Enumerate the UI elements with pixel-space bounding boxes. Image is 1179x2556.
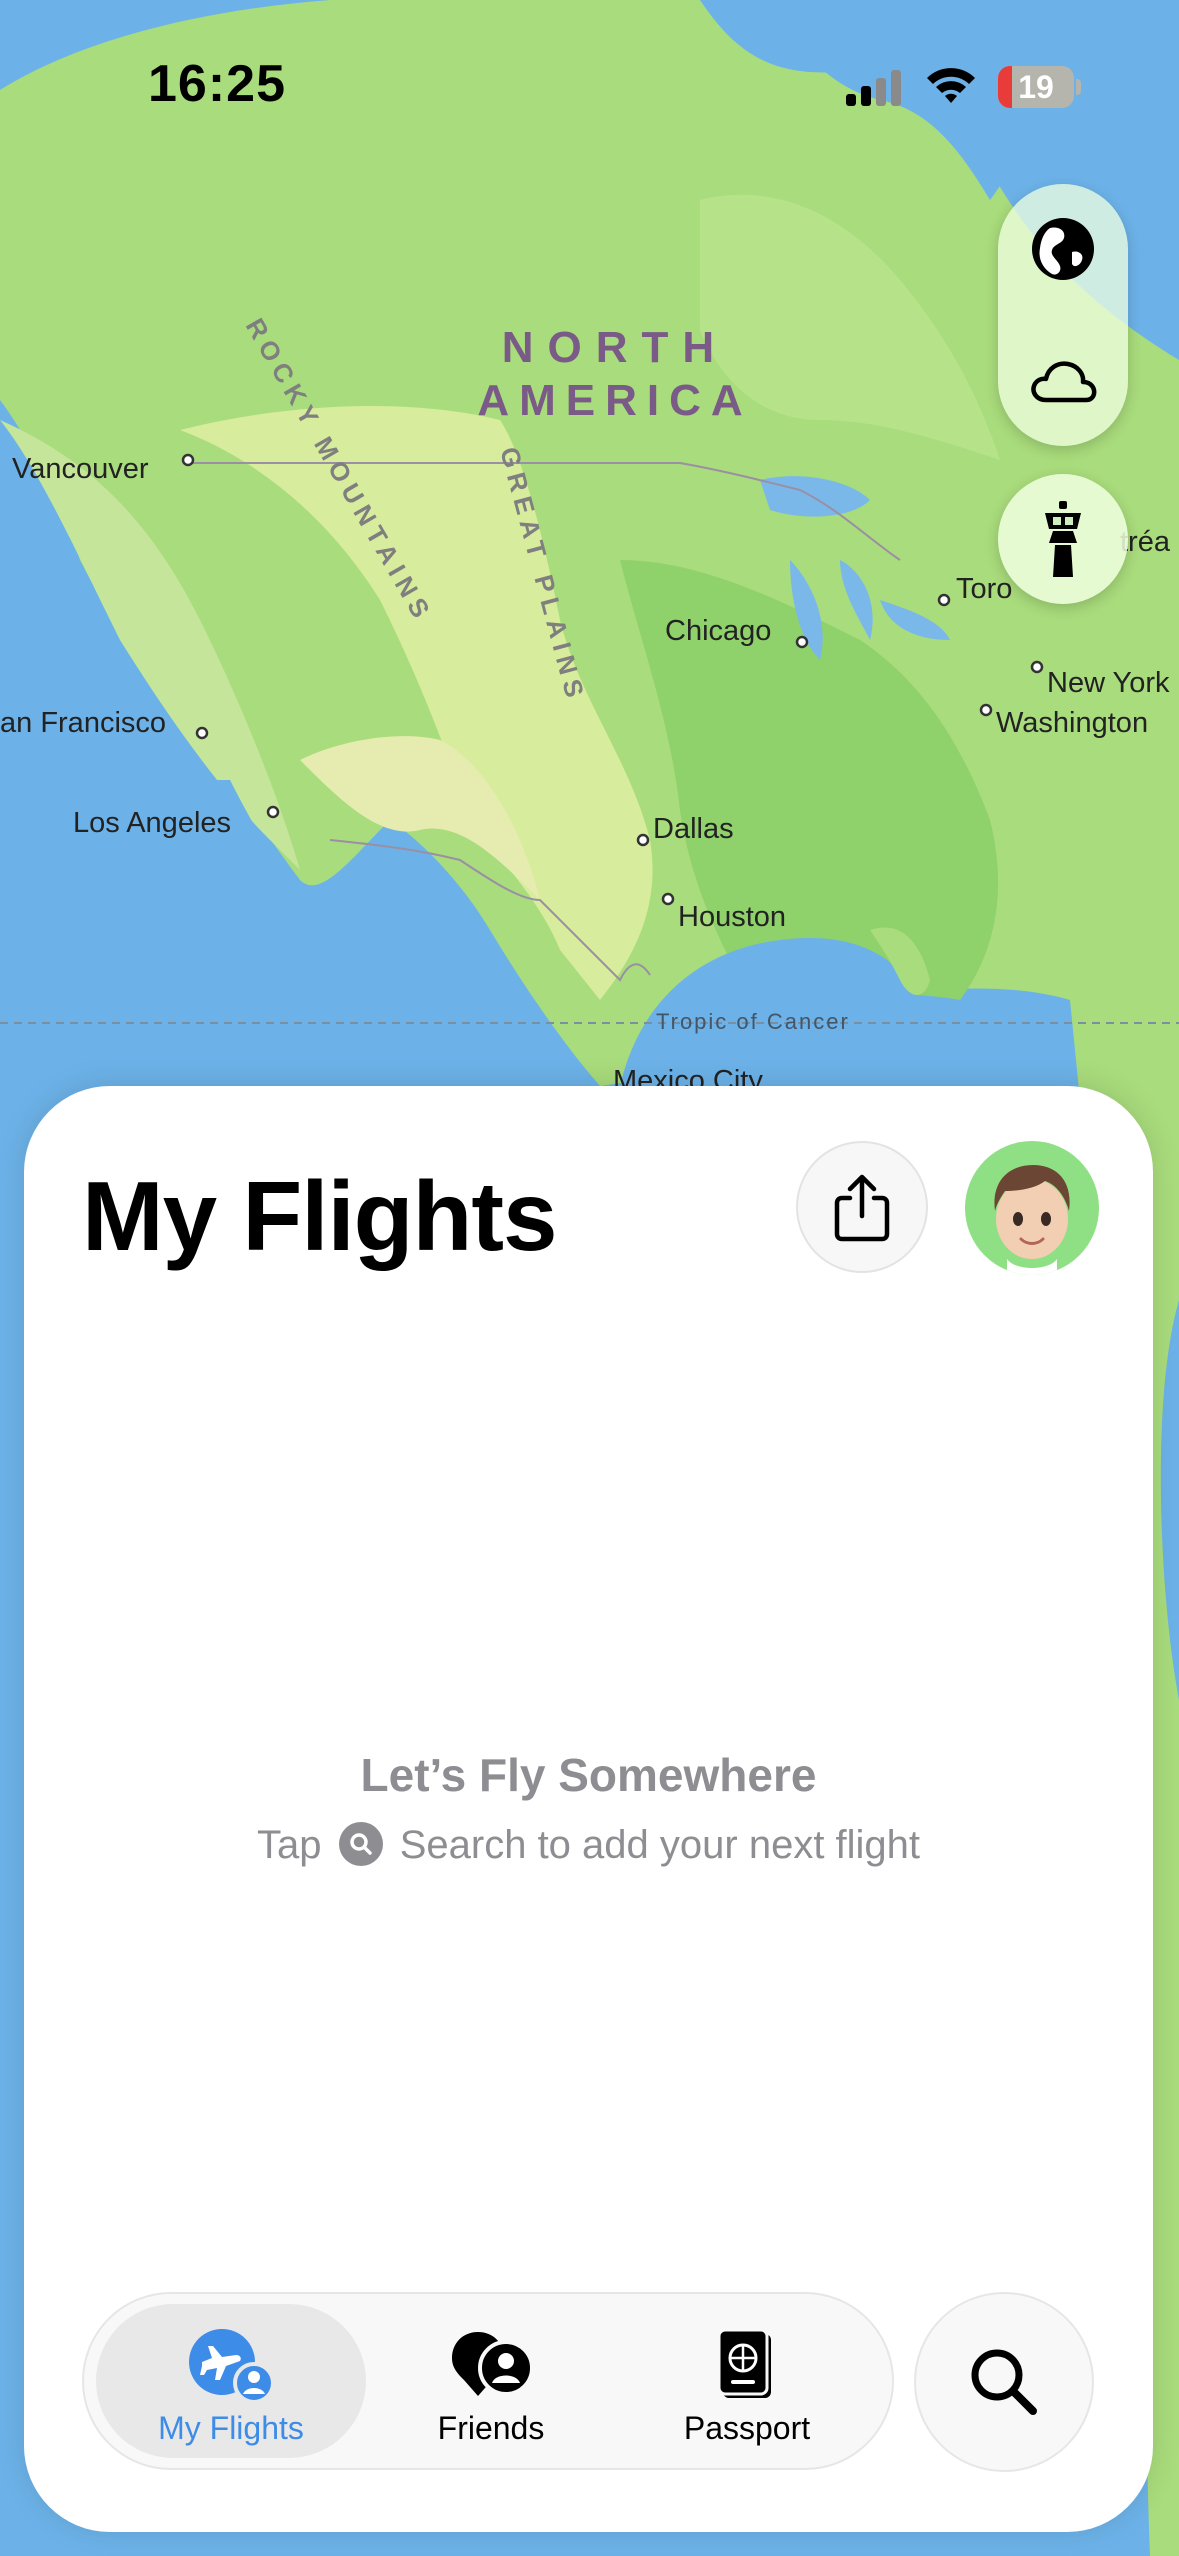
city-sanfrancisco: an Francisco [0, 707, 166, 739]
map-label-tropic: Tropic of Cancer [656, 1009, 850, 1034]
city-dallas: Dallas [653, 813, 734, 845]
tab-friends[interactable]: Friends [356, 2304, 626, 2458]
empty-state-title: Let’s Fly Somewhere [360, 1749, 817, 1801]
flights-sheet: My Flights Let’s Fly Somewhere Tap Searc… [24, 1086, 1153, 2532]
tab-passport[interactable]: Passport [612, 2304, 882, 2458]
globe-button[interactable] [1013, 199, 1113, 299]
wifi-icon [927, 68, 975, 103]
empty-state-prefix: Tap [256, 1823, 322, 1867]
memoji-avatar-icon [994, 1165, 1070, 1275]
status-time: 16:25 [148, 55, 286, 113]
map-label-continent: NORTH [502, 323, 728, 372]
share-button[interactable] [796, 1141, 928, 1273]
control-tower-icon [1045, 501, 1081, 577]
battery-indicator: 19 [998, 66, 1074, 108]
empty-state-suffix: Search to add your next flight [399, 1823, 921, 1867]
status-bar: 16:25 19 [0, 0, 1179, 170]
city-washington: Washington [996, 707, 1148, 739]
plane-person-icon [189, 2329, 274, 2402]
tab-label: My Flights [158, 2410, 304, 2446]
city-chicago: Chicago [665, 615, 771, 647]
globe-icon [1032, 218, 1094, 280]
city-losangeles: Los Angeles [73, 807, 231, 839]
passport-icon [717, 2328, 771, 2398]
cloud-icon [1031, 361, 1097, 403]
tab-label: Friends [437, 2410, 545, 2446]
cellular-signal-icon [846, 70, 901, 106]
tab-label: Passport [683, 2410, 811, 2446]
magnifier-icon [971, 2349, 1037, 2415]
city-newyork: New York [1047, 667, 1170, 699]
city-vancouver: Vancouver [12, 453, 149, 485]
share-icon [834, 1174, 890, 1242]
city-toronto: Toro [956, 573, 1012, 605]
profile-avatar[interactable] [965, 1141, 1099, 1275]
weather-button[interactable] [1013, 331, 1113, 431]
page-title: My Flights [82, 1161, 558, 1271]
map-controls [998, 184, 1128, 446]
empty-state-subtitle: Tap Search to add your next flight [24, 1822, 1153, 1868]
airport-tower-button[interactable] [998, 474, 1128, 604]
city-houston: Houston [678, 901, 786, 933]
tab-bar: My Flights Friends Passport [82, 2292, 894, 2470]
inline-search-icon [338, 1822, 383, 1866]
tab-my-flights[interactable]: My Flights [96, 2304, 366, 2458]
friends-icon [452, 2332, 534, 2396]
search-button[interactable] [914, 2292, 1094, 2472]
map-label-continent-2: AMERICA [477, 376, 752, 425]
battery-level: 19 [1018, 69, 1054, 105]
